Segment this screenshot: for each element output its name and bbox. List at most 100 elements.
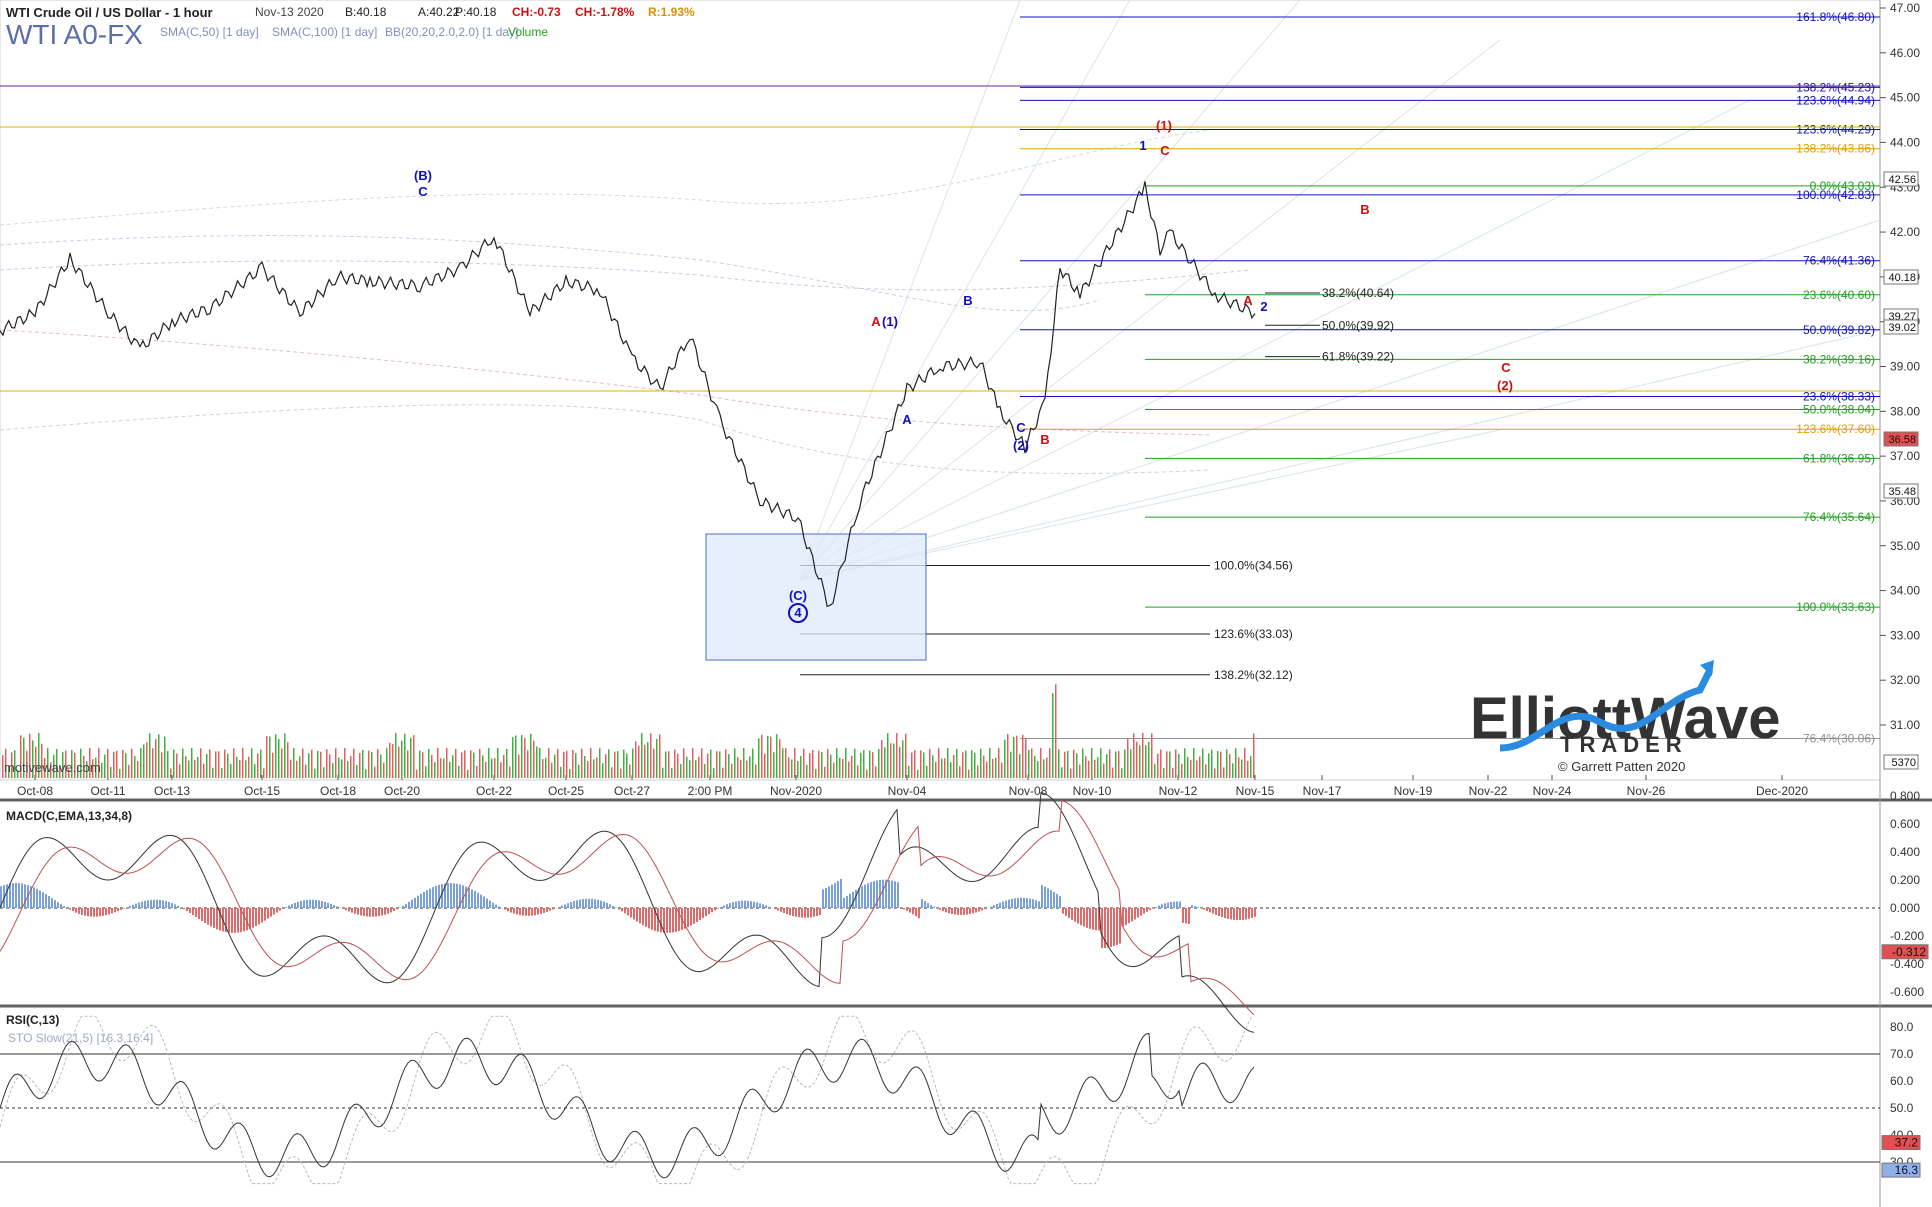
volume-bar [1250,756,1252,778]
date-tick-label: Oct-11 [90,784,125,798]
volume-bar [1178,753,1180,778]
macd-hist-bar [978,908,980,912]
study-volume: Volume [508,25,548,39]
macd-hist-bar [429,888,431,908]
volume-bar [1043,759,1045,778]
macd-hist-bar [69,908,71,910]
date-tick-label: Nov-08 [1009,784,1048,798]
volume-bar [1058,749,1060,778]
volume-bar [317,750,319,778]
macd-hist-bar [243,908,245,932]
macd-hist-bar [930,904,932,908]
volume-bar [653,748,655,778]
volume-bar [707,753,709,778]
volume-bar [284,733,286,778]
volume-bar [203,763,205,778]
macd-hist-bar [888,880,890,908]
macd-hist-bar [369,908,371,917]
volume-bar [344,748,346,778]
macd-hist-bar [1179,901,1181,908]
macd-hist-bar [552,908,554,910]
fib-left-label: 100.0%(34.56) [1214,558,1293,572]
macd-hist-bar [138,902,140,908]
macd-hist-bar [993,905,995,908]
macd-hist-bar [597,899,599,908]
volume-bar [668,751,670,778]
volume-bar [476,765,478,778]
macd-hist-bar [171,903,173,908]
volume-bar [1046,757,1048,778]
sto-badge-label: 16.3 [1895,1163,1919,1177]
volume-bar [1130,749,1132,778]
macd-hist-bar [828,886,830,908]
macd-hist-bar [1173,901,1175,908]
date-tick-label: Oct-18 [320,784,356,798]
volume-bar [260,749,262,778]
volume-bar [614,751,616,778]
fib-level-label: 161.8%(46.80) [1796,10,1875,24]
macd-hist-bar [261,908,263,923]
volume-bar [242,748,244,778]
volume-bar [953,754,955,778]
volume-bar [332,763,334,778]
fib-level-label: 123.6%(44.94) [1796,93,1875,107]
date-tick-label: Nov-22 [1469,784,1508,798]
volume-bar [1184,748,1186,778]
fib-level-label: 138.2%(43.86) [1796,142,1875,156]
volume-bar [1148,741,1150,778]
volume-bar [407,750,409,778]
volume-bar [632,748,634,778]
macd-hist-bar [303,900,305,908]
volume-bar [962,752,964,778]
price-tick-label: 31.00 [1890,718,1920,732]
volume-bar [989,748,991,778]
macd-hist-bar [192,908,194,916]
macd-hist-bar [963,908,965,915]
macd-hist-bar [567,903,569,908]
volume-bar [896,733,898,778]
macd-hist-bar [1101,908,1103,949]
price-badge-label: 35.48 [1888,486,1916,498]
volume-bar [110,766,112,778]
volume-bar [1067,750,1069,778]
macd-hist-bar [753,901,755,908]
macd-hist-bar [600,900,602,908]
volume-bar [155,739,157,778]
volume-bar [137,760,139,778]
volume-bar [740,759,742,778]
volume-bar [191,748,193,778]
macd-hist-bar [105,908,107,916]
macd-hist-bar [1083,908,1085,927]
volume-bar [773,752,775,778]
macd-hist-bar [282,908,284,909]
volume-bar [542,759,544,778]
volume-bar [890,743,892,778]
volume-bar [557,749,559,778]
macd-hist-bar [591,898,593,908]
volume-bar [482,755,484,778]
macd-hist-bar [969,908,971,915]
macd-hist-bar [1215,908,1217,915]
volume-bar [206,753,208,778]
volume-bar [992,758,994,778]
macd-hist-bar [1014,898,1016,908]
date-tick-label: Oct-13 [154,784,190,798]
volume-bar [776,734,778,778]
macd-hist-bar [1227,908,1229,919]
macd-hist-bar [804,908,806,918]
study-sma100: SMA(C,100) [1 day] [272,25,377,39]
volume-bar [893,743,895,778]
macd-hist-bar [1221,908,1223,918]
volume-bar [293,748,295,778]
macd-hist-bar [708,908,710,915]
rsi-tick-label: 80.0 [1890,1020,1914,1034]
fib-level-label: 123.6%(44.29) [1796,122,1875,136]
macd-hist-bar [867,883,869,908]
macd-hist-bar [321,901,323,908]
volume-bar [224,749,226,778]
macd-hist-bar [744,900,746,908]
volume-bar [731,763,733,778]
macd-hist-bar [18,883,20,908]
macd-hist-bar [975,908,977,913]
volume-bar [404,733,406,778]
